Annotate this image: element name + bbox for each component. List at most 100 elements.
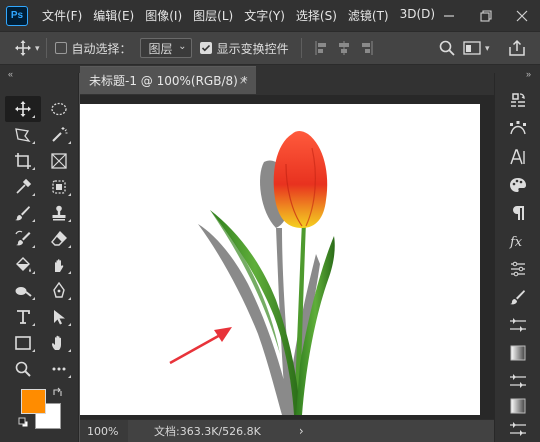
tab-close-icon[interactable]: ×	[239, 74, 248, 87]
align-buttons	[314, 40, 374, 56]
collapse-panels-icon[interactable]: »	[526, 69, 531, 79]
menu-filter[interactable]: 滤镜(T)	[343, 7, 395, 24]
dodge-tool[interactable]	[5, 278, 41, 304]
menu-type[interactable]: 文字(Y)	[239, 7, 291, 24]
spot-heal-tool[interactable]	[41, 174, 77, 200]
zoom-level[interactable]: 100%	[80, 420, 128, 442]
document-tab[interactable]: 未标题-1 @ 100%(RGB/8) * ×	[80, 66, 256, 94]
quick-select-tool[interactable]	[41, 122, 77, 148]
magic-wand-icon	[52, 127, 68, 142]
gradient-panel-button-2[interactable]	[505, 395, 531, 417]
bucket-tool[interactable]	[5, 252, 41, 278]
workspace-icon	[463, 41, 481, 55]
bandage-icon	[52, 180, 66, 194]
menu-select[interactable]: 选择(S)	[291, 7, 343, 24]
stamp-icon	[52, 205, 66, 221]
collapse-toolbar-icon[interactable]: «	[8, 69, 13, 79]
minimize-icon	[444, 14, 454, 17]
layer-dropdown[interactable]: 图层 ⌄	[139, 38, 192, 58]
properties-panel-button[interactable]	[505, 370, 531, 392]
stamp-tool[interactable]	[41, 200, 77, 226]
menu-image[interactable]: 图像(I)	[140, 7, 188, 24]
menu-layer[interactable]: 图层(L)	[188, 7, 239, 24]
rectangle-tool[interactable]	[5, 330, 41, 356]
share-button[interactable]	[508, 39, 526, 60]
history-panel-button[interactable]	[505, 90, 531, 112]
crop-tool[interactable]	[5, 148, 41, 174]
separator	[45, 38, 47, 58]
share-icon	[509, 39, 525, 56]
align-center-icon[interactable]	[337, 40, 351, 56]
maximize-button[interactable]	[469, 0, 503, 31]
menu-edit[interactable]: 编辑(E)	[88, 7, 140, 24]
lasso-tool[interactable]	[5, 122, 41, 148]
levels-icon	[510, 318, 526, 332]
swap-colors-icon[interactable]	[52, 386, 64, 398]
right-panel-dock: » fx	[494, 69, 540, 442]
fx-panel-button[interactable]: fx	[505, 230, 531, 252]
auto-select-checkbox[interactable]	[54, 42, 67, 54]
more-tools[interactable]	[41, 356, 77, 382]
path-select-tool[interactable]	[41, 304, 77, 330]
properties-icon	[510, 374, 526, 388]
close-window-button[interactable]	[505, 0, 539, 31]
gradient-panel-button[interactable]	[505, 342, 531, 364]
paragraph-panel-button[interactable]	[505, 202, 531, 224]
brush-tool[interactable]	[5, 200, 41, 226]
pen-tool[interactable]	[41, 278, 77, 304]
palette-icon	[510, 178, 526, 192]
move-icon	[15, 40, 31, 56]
ellipse-marquee-icon	[51, 102, 67, 116]
gradient-icon	[510, 345, 526, 361]
options-bar: ▾ 自动选择： 图层 ⌄ 显示变换控件 ▾	[0, 31, 540, 65]
zoom-tool[interactable]	[5, 356, 41, 382]
zoom-icon	[15, 361, 31, 377]
tools-grid	[5, 96, 77, 382]
menu-file[interactable]: 文件(F)	[37, 7, 88, 24]
search-button[interactable]	[438, 39, 456, 60]
foreground-color-swatch[interactable]	[21, 389, 46, 414]
properties-icon	[510, 422, 526, 436]
eyedropper-tool[interactable]	[5, 174, 41, 200]
character-panel-button[interactable]	[505, 146, 531, 168]
cursor-icon	[54, 310, 65, 325]
adjustments-panel-button[interactable]	[505, 258, 531, 280]
rectangle-icon	[15, 336, 31, 350]
eraser-icon	[51, 230, 67, 246]
photoshop-logo: Ps	[6, 5, 28, 26]
move-tool[interactable]	[5, 96, 41, 122]
default-colors-icon[interactable]	[18, 417, 30, 429]
status-arrow[interactable]: ›	[299, 424, 304, 438]
history-brush-tool[interactable]	[5, 226, 41, 252]
paths-panel-button[interactable]	[505, 118, 531, 140]
svg-text:fx: fx	[509, 235, 523, 250]
align-left-icon[interactable]	[314, 40, 328, 56]
show-transform-label: 显示变换控件	[216, 41, 289, 56]
move-tool-preset[interactable]: ▾	[14, 39, 40, 57]
eyedropper-icon	[16, 178, 32, 194]
eraser-tool[interactable]	[41, 226, 77, 252]
smudge-tool[interactable]	[41, 252, 77, 278]
marquee-tool[interactable]	[41, 96, 77, 122]
paths-icon	[510, 121, 526, 135]
show-transform-checkbox[interactable]	[199, 42, 212, 54]
frame-tool[interactable]	[41, 148, 77, 174]
search-icon	[439, 40, 455, 56]
frame-icon	[51, 153, 67, 169]
type-tool[interactable]	[5, 304, 41, 330]
character-icon	[510, 149, 525, 165]
document-info: 文档:363.3K/526.8K	[154, 425, 261, 438]
hand-icon	[52, 335, 61, 350]
history-brush-icon	[15, 230, 31, 246]
swatches-panel-button[interactable]	[505, 174, 531, 196]
minimize-button[interactable]	[432, 0, 466, 31]
smudge-icon	[55, 259, 64, 272]
hand-tool[interactable]	[41, 330, 77, 356]
properties-panel-button-2[interactable]	[505, 418, 531, 440]
align-right-icon[interactable]	[360, 40, 374, 56]
document-canvas[interactable]	[80, 104, 480, 415]
brush-panel-button[interactable]	[505, 286, 531, 308]
status-bar: 100% 文档:363.3K/526.8K ›	[80, 419, 494, 442]
levels-panel-button[interactable]	[505, 314, 531, 336]
workspace-button[interactable]: ▾	[463, 40, 490, 56]
